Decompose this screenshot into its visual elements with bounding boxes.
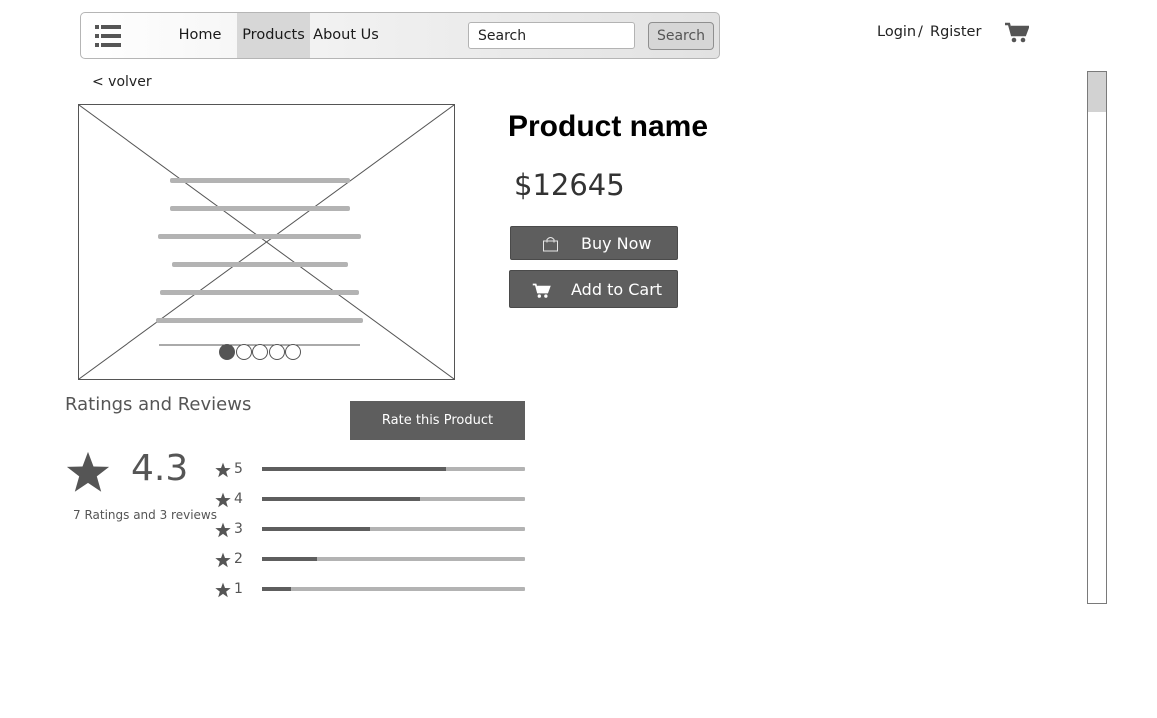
- rating-bar-fill: [262, 527, 370, 531]
- carousel-dot: [236, 344, 252, 360]
- rating-row-label: 5: [234, 461, 243, 477]
- rate-product-button[interactable]: Rate this Product: [350, 401, 525, 440]
- buy-now-label: Buy Now: [581, 234, 652, 253]
- product-price: $12645: [514, 168, 625, 202]
- login-link[interactable]: Login: [877, 24, 916, 40]
- star-icon: [215, 462, 231, 478]
- average-rating: 4.3: [131, 448, 189, 489]
- rating-row-label: 1: [234, 581, 243, 597]
- rating-bar-fill: [262, 497, 420, 501]
- rating-bar-fill: [262, 467, 446, 471]
- nav-about-link[interactable]: About Us: [313, 13, 379, 58]
- rating-bar-track: [262, 557, 525, 561]
- rating-bar-fill: [262, 557, 317, 561]
- rating-bar-track: [262, 467, 525, 471]
- carousel-dot: [285, 344, 301, 360]
- rating-row-2: 2: [215, 550, 535, 570]
- star-icon: [215, 522, 231, 538]
- rating-row-label: 3: [234, 521, 243, 537]
- star-icon: [215, 582, 231, 598]
- rating-row-4: 4: [215, 490, 535, 510]
- buy-now-button[interactable]: Buy Now: [510, 226, 678, 260]
- top-navbar: Home Products About Us Search: [80, 12, 720, 59]
- carousel-dot: [219, 344, 235, 360]
- shopping-bag-icon: [543, 237, 558, 252]
- register-link[interactable]: Rgister: [930, 24, 981, 40]
- page-scrollbar[interactable]: [1087, 71, 1107, 604]
- list-menu-icon[interactable]: [95, 24, 121, 48]
- search-input[interactable]: [468, 22, 635, 49]
- add-to-cart-label: Add to Cart: [571, 280, 663, 299]
- rating-row-label: 2: [234, 551, 243, 567]
- rating-bar-track: [262, 527, 525, 531]
- carousel-dot: [269, 344, 285, 360]
- add-to-cart-button[interactable]: Add to Cart: [509, 270, 678, 308]
- cart-icon: [532, 283, 551, 298]
- product-image-placeholder: [78, 104, 455, 380]
- nav-home-link[interactable]: Home: [173, 13, 227, 58]
- rating-row-3: 3: [215, 520, 535, 540]
- search-button[interactable]: Search: [648, 22, 714, 50]
- rating-bar-track: [262, 587, 525, 591]
- rating-row-label: 4: [234, 491, 243, 507]
- nav-products-link[interactable]: Products: [237, 13, 310, 58]
- rating-bar-track: [262, 497, 525, 501]
- ratings-title: Ratings and Reviews: [65, 394, 252, 415]
- login-register-separator: /: [918, 24, 923, 40]
- ratings-summary: 7 Ratings and 3 reviews: [73, 508, 217, 522]
- scrollbar-thumb[interactable]: [1088, 72, 1106, 112]
- star-icon: [66, 451, 110, 492]
- product-name: Product name: [508, 110, 709, 143]
- back-link[interactable]: < volver: [92, 74, 152, 90]
- carousel-dot: [252, 344, 268, 360]
- rating-bar-fill: [262, 587, 291, 591]
- image-carousel-dots[interactable]: [79, 105, 454, 379]
- star-icon: [215, 552, 231, 568]
- rating-row-1: 1: [215, 580, 535, 600]
- star-icon: [215, 492, 231, 508]
- rating-row-5: 5: [215, 460, 535, 480]
- shopping-cart-icon[interactable]: [1005, 22, 1029, 44]
